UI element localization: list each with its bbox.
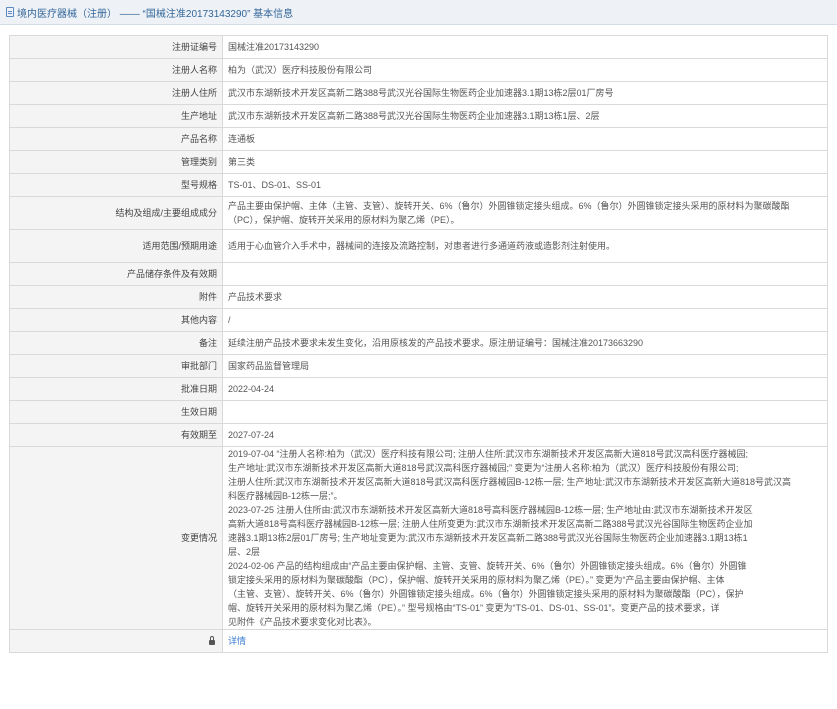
- field-value: 延续注册产品技术要求未发生变化，沿用原核发的产品技术要求。原注册证编号：国械注准…: [222, 331, 828, 355]
- field-label: 结构及组成/主要组成成分: [9, 196, 223, 230]
- field-label: 产品名称: [9, 127, 223, 151]
- field-label: 注册人住所: [9, 81, 223, 105]
- change-line: 2023-07-25 注册人住所由:武汉市东湖新技术开发区高新大道818号高科医…: [228, 505, 753, 515]
- field-value: 2027-07-24: [222, 423, 828, 447]
- field-label: 备注: [9, 331, 223, 355]
- field-value: 2022-04-24: [222, 377, 828, 401]
- change-line: 见附件《产品技术要求变化对比表》。: [228, 617, 377, 627]
- field-label: 变更情况: [9, 446, 223, 630]
- detail-table: 注册证编号 国械注准20173143290 注册人名称 柏为（武汉）医疗科技股份有限公…: [9, 35, 828, 653]
- change-line: 高新大道818号高科医疗器械园B-12栋一层; 注册人住所变更为:武汉市东湖新技…: [228, 519, 753, 529]
- field-label: 生效日期: [9, 400, 223, 424]
- lock-icon: [209, 636, 215, 645]
- change-line: 帽、旋转开关采用的原材料为聚乙烯（PE）。” 型号规格由“TS-01” 变更为“…: [228, 603, 720, 613]
- change-line: 锁定接头采用的原材料为聚碳酸酯（PC），保护帽、旋转开关采用的原材料为聚乙烯（P…: [228, 575, 725, 585]
- change-line: 速器3.1期13栋2层01厂房号; 生产地址变更为:武汉市东湖新技术开发区高新二…: [228, 533, 748, 543]
- field-value: /: [222, 308, 828, 332]
- field-value: 柏为（武汉）医疗科技股份有限公司: [222, 58, 828, 82]
- field-value: TS-01、DS-01、SS-01: [222, 173, 828, 197]
- table-row-changes: 变更情况 2019-07-04 “注册人名称:柏为（武汉）医疗科技有限公司; 注册…: [9, 446, 828, 630]
- field-value: 产品技术要求: [222, 285, 828, 309]
- page-title-bar: 境内医疗器械（注册） —— “国械注准20173143290” 基本信息: [0, 0, 837, 25]
- table-row: 生效日期: [9, 400, 828, 424]
- field-label: 生产地址: [9, 104, 223, 128]
- field-label: 产品储存条件及有效期: [9, 262, 223, 286]
- table-row: 结构及组成/主要组成成分 产品主要由保护帽、主体（主管、支管）、旋转开关、6%（鲁…: [9, 196, 828, 230]
- table-row: 注册人住所 武汉市东湖新技术开发区高新二路388号武汉光谷国际生物医药企业加速器3…: [9, 81, 828, 105]
- field-value: [222, 400, 828, 424]
- field-label: 型号规格: [9, 173, 223, 197]
- field-value: 国械注准20173143290: [222, 35, 828, 59]
- change-history: 2019-07-04 “注册人名称:柏为（武汉）医疗科技有限公司; 注册人住所:…: [222, 446, 828, 630]
- table-row: 审批部门 国家药品监督管理局: [9, 354, 828, 378]
- field-value: 武汉市东湖新技术开发区高新二路388号武汉光谷国际生物医药企业加速器3.1期13…: [222, 104, 828, 128]
- table-row: 型号规格 TS-01、DS-01、SS-01: [9, 173, 828, 197]
- change-line: （主管、支管）、旋转开关、6%（鲁尔）外圆锥锁定接头组成。6%（鲁尔）外圆锥锁定…: [228, 589, 744, 599]
- field-label: 附件: [9, 285, 223, 309]
- table-row: 有效期至 2027-07-24: [9, 423, 828, 447]
- change-line: 生产地址:武汉市东湖新技术开发区高新大道818号武汉高科医疗器械园;” 变更为“…: [228, 463, 739, 473]
- change-line: 科医疗器械园B-12栋一层;”。: [228, 491, 343, 501]
- field-value: [222, 262, 828, 286]
- field-label: 其他内容: [9, 308, 223, 332]
- field-label: 注册证编号: [9, 35, 223, 59]
- table-row: 批准日期 2022-04-24: [9, 377, 828, 401]
- change-line: 2019-07-04 “注册人名称:柏为（武汉）医疗科技有限公司; 注册人住所:…: [228, 449, 749, 459]
- table-row: 管理类别 第三类: [9, 150, 828, 174]
- table-row: 其他内容 /: [9, 308, 828, 332]
- field-label: 注册人名称: [9, 58, 223, 82]
- change-line: 注册人住所:武汉市东湖新技术开发区高新大道818号武汉高科医疗器械园B-12栋一…: [228, 477, 792, 487]
- details-link[interactable]: 详情: [228, 636, 246, 646]
- field-label: 批准日期: [9, 377, 223, 401]
- footer-value: 详情: [222, 629, 828, 653]
- field-label: 管理类别: [9, 150, 223, 174]
- field-value: 国家药品监督管理局: [222, 354, 828, 378]
- table-row: 适用范围/预期用途 适用于心血管介入手术中，器械间的连接及流路控制，对患者进行多通…: [9, 229, 828, 263]
- table-row: 备注 延续注册产品技术要求未发生变化，沿用原核发的产品技术要求。原注册证编号：国械…: [9, 331, 828, 355]
- field-value: 武汉市东湖新技术开发区高新二路388号武汉光谷国际生物医药企业加速器3.1期13…: [222, 81, 828, 105]
- field-value: 第三类: [222, 150, 828, 174]
- table-row-footer: 详情: [9, 629, 828, 653]
- table-row: 生产地址 武汉市东湖新技术开发区高新二路388号武汉光谷国际生物医药企业加速器3.…: [9, 104, 828, 128]
- field-label: 适用范围/预期用途: [9, 229, 223, 263]
- field-label: 有效期至: [9, 423, 223, 447]
- table-row: 产品名称 连通板: [9, 127, 828, 151]
- field-label: 审批部门: [9, 354, 223, 378]
- table-row: 注册人名称 柏为（武汉）医疗科技股份有限公司: [9, 58, 828, 82]
- change-line: 2024-02-06 产品的结构组成由“产品主要由保护帽、主管、支管、旋转开关、…: [228, 561, 747, 571]
- table-row: 注册证编号 国械注准20173143290: [9, 35, 828, 59]
- field-value: 产品主要由保护帽、主体（主管、支管）、旋转开关、6%（鲁尔）外圆锥锁定接头组成。…: [222, 196, 828, 230]
- page-title: 境内医疗器械（注册） —— “国械注准20173143290” 基本信息: [17, 8, 294, 20]
- change-line: 层、2层: [228, 547, 261, 557]
- table-row: 附件 产品技术要求: [9, 285, 828, 309]
- footer-label: [9, 629, 223, 653]
- document-icon: [6, 7, 14, 17]
- table-row: 产品储存条件及有效期: [9, 262, 828, 286]
- field-value: 连通板: [222, 127, 828, 151]
- field-value: 适用于心血管介入手术中，器械间的连接及流路控制，对患者进行多通道药液或造影剂注射…: [222, 229, 828, 263]
